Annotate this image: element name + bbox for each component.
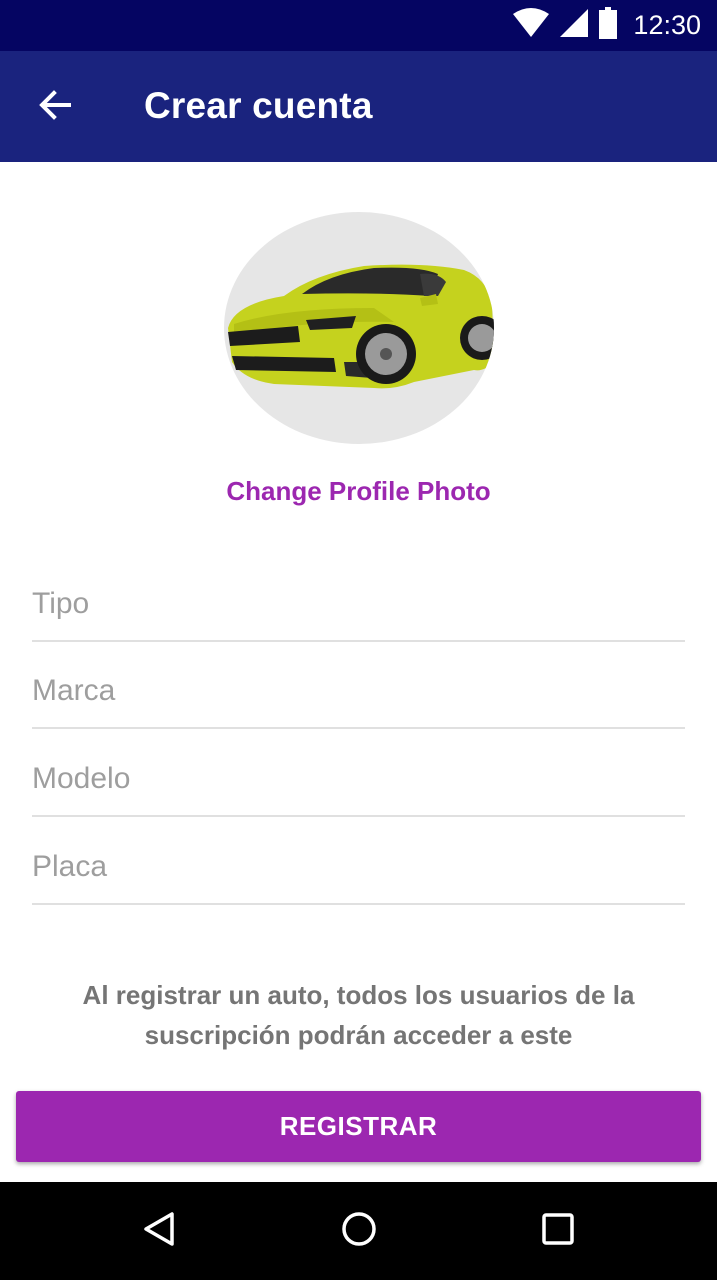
car-image (228, 264, 494, 389)
status-time: 12:30 (633, 10, 701, 40)
nav-back-icon (142, 1211, 176, 1252)
modelo-field (32, 729, 685, 817)
tipo-field (32, 554, 685, 642)
modelo-input[interactable] (32, 759, 685, 799)
info-text: Al registrar un auto, todos los usuarios… (82, 980, 635, 1050)
marca-field (32, 641, 685, 729)
tipo-input[interactable] (32, 584, 685, 624)
nav-home-icon (341, 1211, 377, 1252)
battery-icon (599, 7, 618, 44)
app-bar: Crear cuenta (0, 51, 717, 162)
change-profile-photo-link[interactable]: Change Profile Photo (0, 476, 717, 507)
back-button[interactable] (24, 76, 86, 138)
marca-input[interactable] (32, 671, 685, 711)
placa-field (32, 817, 685, 905)
wifi-icon (513, 8, 550, 43)
profile-photo[interactable] (224, 212, 494, 444)
status-bar: 12:30 (0, 0, 717, 51)
signal-icon (559, 8, 589, 43)
nav-back-button[interactable] (131, 1203, 187, 1259)
nav-home-button[interactable] (331, 1203, 387, 1259)
nav-recent-apps-button[interactable] (530, 1203, 586, 1259)
navigation-bar (0, 1182, 717, 1280)
nav-recent-icon (541, 1212, 575, 1251)
page-title: Crear cuenta (144, 85, 373, 126)
placa-input[interactable] (32, 847, 685, 887)
register-button[interactable]: REGISTRAR (16, 1091, 701, 1162)
arrow-back-icon (37, 87, 73, 128)
